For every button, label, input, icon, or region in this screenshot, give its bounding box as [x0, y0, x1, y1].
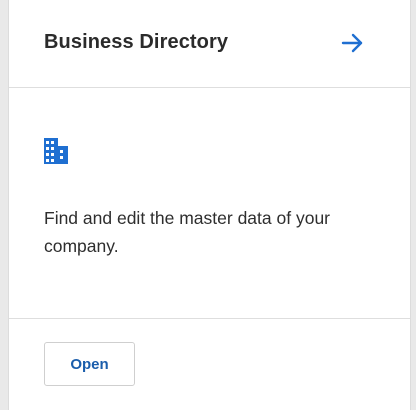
card-header: Business Directory: [9, 0, 410, 88]
card-footer: Open: [9, 319, 410, 410]
arrow-right-icon[interactable]: [340, 30, 366, 56]
open-button[interactable]: Open: [44, 342, 135, 386]
card-description: Find and edit the master data of your co…: [44, 208, 330, 256]
card-title: Business Directory: [44, 31, 229, 53]
business-directory-card: Business Directory Find and edit the mas…: [8, 0, 411, 410]
building-icon: [44, 138, 68, 164]
card-body: Find and edit the master data of your co…: [9, 88, 410, 319]
